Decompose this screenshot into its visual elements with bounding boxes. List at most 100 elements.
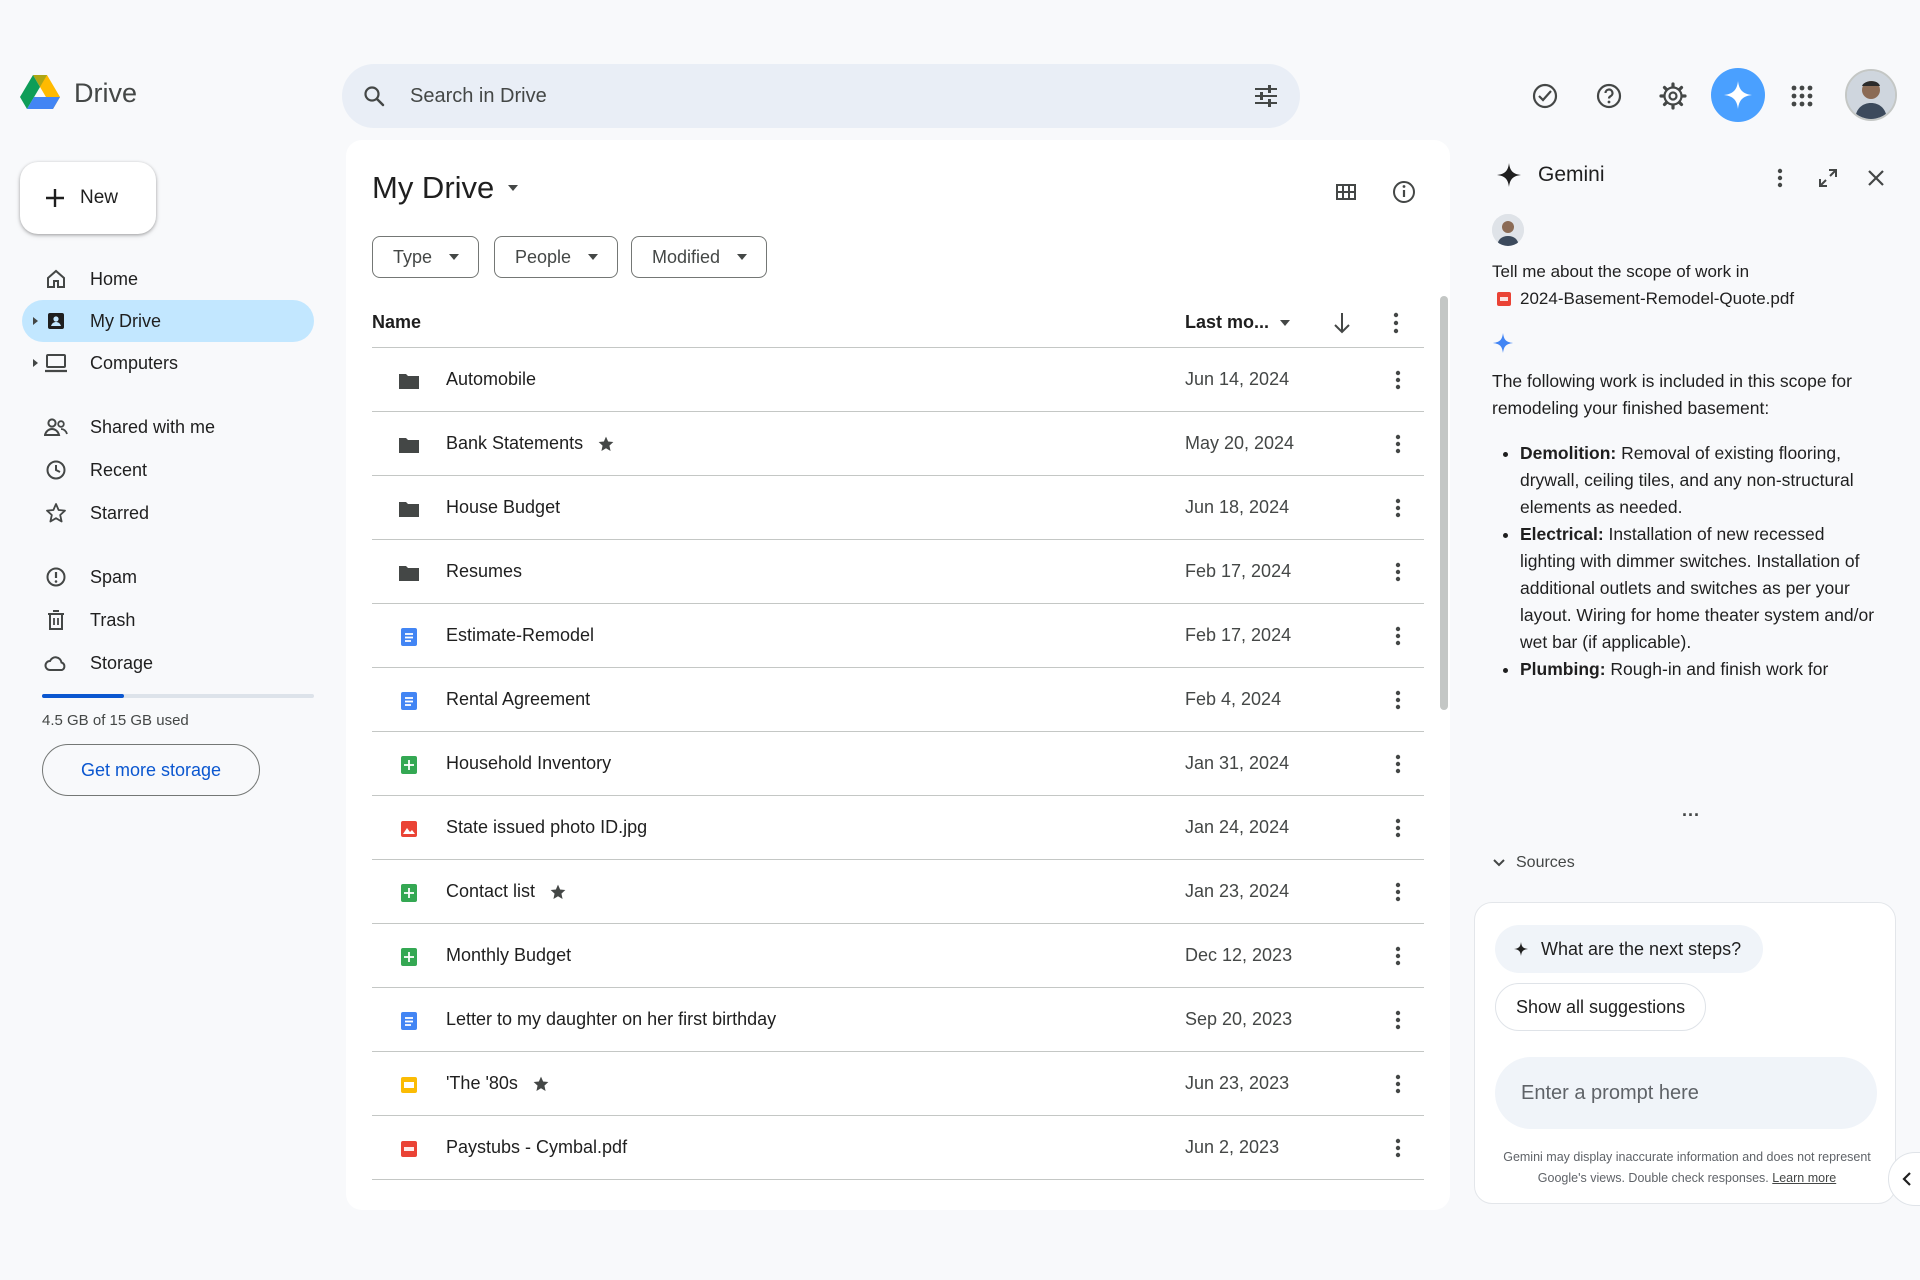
prompt-input[interactable] <box>1495 1057 1877 1129</box>
response-bullet-list: Demolition: Removal of existing flooring… <box>1492 440 1884 683</box>
file-modified-date: Jun 2, 2023 <box>1185 1137 1280 1157</box>
sheet-file-icon <box>398 946 420 968</box>
star-icon <box>44 501 68 525</box>
more-vert-icon[interactable] <box>1384 942 1412 970</box>
sidebar-item-starred[interactable]: Starred <box>22 492 314 534</box>
file-name-text: Paystubs - Cymbal.pdf <box>446 1137 628 1157</box>
more-vert-icon[interactable] <box>1384 814 1412 842</box>
attached-file-chip[interactable]: 2024-Basement-Remodel-Quote.pdf <box>1496 285 1882 312</box>
filter-people-button[interactable]: People <box>494 236 619 278</box>
suggestion-chip[interactable]: What are the next steps? <box>1495 925 1764 973</box>
file-modified-date: Feb 17, 2024 <box>1185 625 1292 645</box>
settings-gear-icon[interactable] <box>1653 76 1693 116</box>
ready-offline-icon[interactable] <box>1525 76 1565 116</box>
search-icon[interactable] <box>358 80 390 112</box>
close-icon[interactable] <box>1860 162 1892 194</box>
file-modified-date: Jun 18, 2024 <box>1185 497 1290 517</box>
user-avatar <box>1492 214 1524 246</box>
bullet-title: Electrical: <box>1520 524 1604 544</box>
filter-type-label: Type <box>393 246 433 267</box>
more-vert-icon[interactable] <box>1384 430 1412 458</box>
search-input[interactable] <box>410 76 1190 116</box>
slides-file-icon <box>398 1074 420 1096</box>
grid-view-icon[interactable] <box>1328 174 1364 210</box>
chevron-down-icon <box>588 254 599 260</box>
more-vert-icon[interactable] <box>1384 878 1412 906</box>
gemini-input-area: What are the next steps? Show all sugges… <box>1474 902 1896 1204</box>
response-bullet: Electrical: Installation of new recessed… <box>1520 521 1884 656</box>
sidebar-item-my-drive[interactable]: My Drive <box>22 300 314 342</box>
file-row[interactable]: Monthly Budget Dec 12, 2023 <box>372 924 1424 988</box>
user-question-text: Tell me about the scope of work in <box>1492 262 1750 281</box>
filter-modified-button[interactable]: Modified <box>631 236 768 278</box>
sidebar-item-computers[interactable]: Computers <box>22 342 314 384</box>
search-bar[interactable] <box>342 64 1300 128</box>
more-vert-icon[interactable] <box>1384 1134 1412 1162</box>
pdf-file-icon <box>398 1138 420 1160</box>
help-icon[interactable] <box>1589 76 1629 116</box>
filter-type-button[interactable]: Type <box>372 236 480 278</box>
sidebar-item-storage[interactable]: Storage <box>22 642 314 684</box>
drive-logo[interactable]: Drive <box>20 75 137 111</box>
file-row[interactable]: Household Inventory Jan 31, 2024 <box>372 732 1424 796</box>
folder-file-icon <box>398 562 420 584</box>
file-row[interactable]: Resumes Feb 17, 2024 <box>372 540 1424 604</box>
info-icon[interactable] <box>1386 174 1422 210</box>
people-icon <box>44 415 68 439</box>
sidebar-item-shared[interactable]: Shared with me <box>22 406 314 448</box>
expand-caret-icon[interactable] <box>30 356 40 370</box>
get-more-storage-button[interactable]: Get more storage <box>42 744 260 796</box>
response-bullet: Plumbing: Rough-in and finish work for <box>1520 656 1884 683</box>
more-vert-icon[interactable] <box>1384 622 1412 650</box>
search-options-icon[interactable] <box>1248 78 1284 114</box>
more-vert-icon[interactable] <box>1384 1006 1412 1034</box>
apps-grid-icon[interactable] <box>1782 76 1822 116</box>
show-all-suggestions-button[interactable]: Show all suggestions <box>1495 983 1707 1031</box>
show-more-ellipsis[interactable]: ... <box>1682 800 1700 821</box>
storage-meter <box>42 694 314 698</box>
more-vert-icon[interactable] <box>1384 686 1412 714</box>
column-modified-header[interactable]: Last mo... <box>1185 312 1291 333</box>
page-title[interactable]: My Drive <box>372 170 520 206</box>
sidebar-item-home[interactable]: Home <box>22 258 314 300</box>
file-row[interactable]: House Budget Jun 18, 2024 <box>372 476 1424 540</box>
column-name-header[interactable]: Name <box>372 312 421 333</box>
expand-icon[interactable] <box>1812 162 1844 194</box>
more-vert-icon[interactable] <box>1384 1070 1412 1098</box>
doc-file-icon <box>398 626 420 648</box>
file-row[interactable]: Bank Statements May 20, 2024 <box>372 412 1424 476</box>
sources-toggle[interactable]: Sources <box>1492 854 1575 872</box>
file-row[interactable]: Estimate-Remodel Feb 17, 2024 <box>372 604 1424 668</box>
sidebar-item-spam[interactable]: Spam <box>22 556 314 598</box>
bullet-text: Rough-in and finish work for <box>1610 659 1829 679</box>
expand-caret-icon[interactable] <box>30 314 40 328</box>
sidebar-item-recent[interactable]: Recent <box>22 449 314 491</box>
more-vert-icon[interactable] <box>1384 750 1412 778</box>
chevron-left-icon <box>1902 1172 1911 1186</box>
account-avatar[interactable] <box>1845 69 1897 121</box>
more-vert-icon[interactable] <box>1384 494 1412 522</box>
bullet-title: Demolition: <box>1520 443 1617 463</box>
file-row[interactable]: Letter to my daughter on her first birth… <box>372 988 1424 1052</box>
file-name: Resumes <box>446 561 522 582</box>
gemini-response-spark-icon <box>1492 332 1514 354</box>
more-vert-icon[interactable] <box>1384 310 1408 336</box>
more-vert-icon[interactable] <box>1764 162 1796 194</box>
new-button[interactable]: New <box>20 162 156 234</box>
home-icon <box>44 267 68 291</box>
doc-file-icon <box>398 690 420 712</box>
learn-more-link[interactable]: Learn more <box>1772 1171 1836 1185</box>
file-row[interactable]: Rental Agreement Feb 4, 2024 <box>372 668 1424 732</box>
file-row[interactable]: Contact list Jan 23, 2024 <box>372 860 1424 924</box>
more-vert-icon[interactable] <box>1384 366 1412 394</box>
scrollbar-thumb[interactable] <box>1440 296 1448 710</box>
file-row[interactable]: State issued photo ID.jpg Jan 24, 2024 <box>372 796 1424 860</box>
sidebar-item-label: Home <box>90 268 139 289</box>
file-row[interactable]: Automobile Jun 14, 2024 <box>372 348 1424 412</box>
sort-direction-icon[interactable] <box>1330 310 1354 336</box>
file-row[interactable]: 'The '80s Jun 23, 2023 <box>372 1052 1424 1116</box>
more-vert-icon[interactable] <box>1384 558 1412 586</box>
file-row[interactable]: Paystubs - Cymbal.pdf Jun 2, 2023 <box>372 1116 1424 1180</box>
gemini-button[interactable] <box>1711 68 1765 122</box>
sidebar-item-trash[interactable]: Trash <box>22 599 314 641</box>
